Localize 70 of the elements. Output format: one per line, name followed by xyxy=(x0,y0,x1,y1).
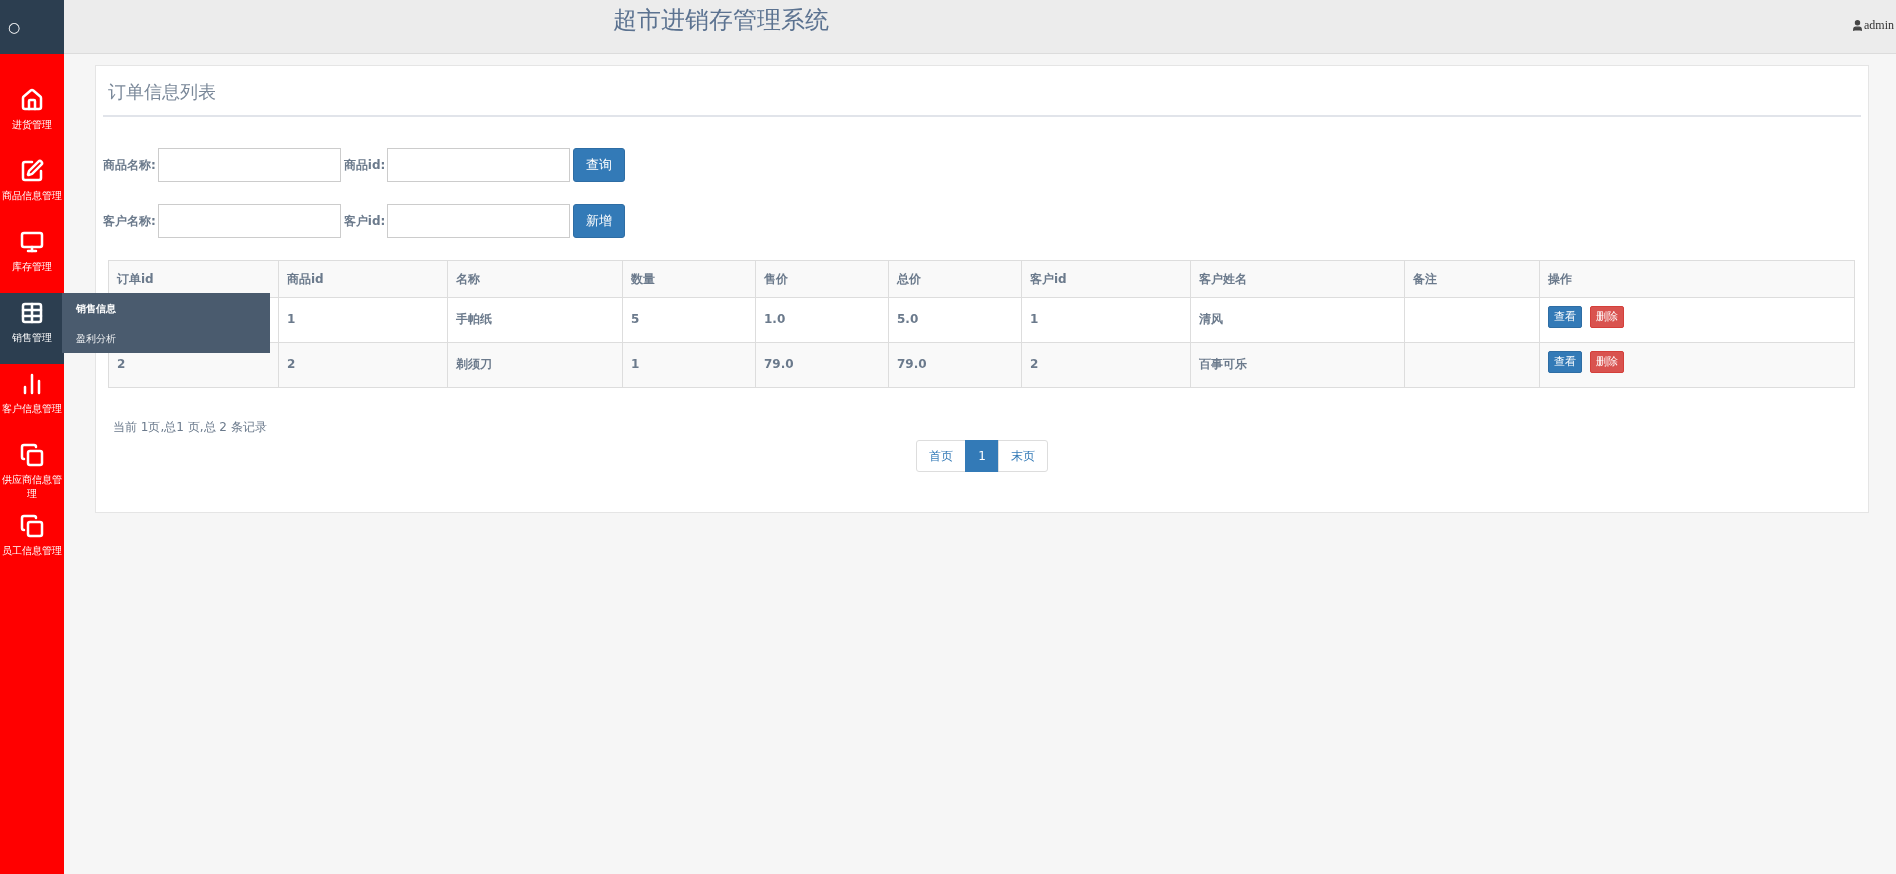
monitor-icon xyxy=(20,230,44,254)
table-cell: 清风 xyxy=(1199,312,1223,326)
page-button[interactable]: 首页 xyxy=(916,440,967,472)
table-cell: 2 xyxy=(1030,357,1039,371)
action-button[interactable]: 新增 xyxy=(573,204,626,238)
field-label: 商品名称: xyxy=(103,157,156,174)
input-field[interactable] xyxy=(157,148,341,182)
table-cell: 1 xyxy=(1030,312,1039,326)
field-label: 客户名称: xyxy=(103,213,156,230)
copy-icon xyxy=(20,514,44,538)
sidebar-item[interactable]: 客户信息管理 xyxy=(0,364,64,435)
column-header: 备注 xyxy=(1404,261,1539,297)
sidebar-label: 销售管理 xyxy=(11,331,53,345)
grid-icon xyxy=(20,301,44,325)
field-label: 商品id: xyxy=(343,157,386,174)
table-cell: 5.0 xyxy=(897,312,919,326)
sidebar-label: 供应商信息管理 xyxy=(1,473,63,501)
column-header: 操作 xyxy=(1539,261,1854,297)
input-field[interactable] xyxy=(157,204,341,238)
app-title: 超市进销存管理系统 xyxy=(613,5,829,36)
table-cell: 79.0 xyxy=(897,357,927,371)
sidebar-item[interactable]: 员工信息管理 xyxy=(0,506,64,577)
table-cell: 手帕纸 xyxy=(456,312,492,326)
sidebar-label: 客户信息管理 xyxy=(1,402,63,416)
edit-icon xyxy=(20,159,44,183)
column-header: 客户id xyxy=(1021,261,1190,297)
input-field[interactable] xyxy=(387,148,571,182)
submenu-item[interactable]: 盈利分析 xyxy=(62,330,270,346)
copy-icon xyxy=(20,443,44,467)
table-cell: 1 xyxy=(631,357,640,371)
column-header: 商品id xyxy=(278,261,447,297)
page-button[interactable]: 末页 xyxy=(997,440,1048,472)
table-cell: 79.0 xyxy=(764,357,794,371)
table-cell: 1.0 xyxy=(764,312,786,326)
sidebar-item[interactable]: 供应商信息管理 xyxy=(0,435,64,506)
delete-button[interactable]: 删除 xyxy=(1590,306,1624,328)
table-cell: 2 xyxy=(287,357,296,371)
sidebar-item[interactable]: 库存管理 xyxy=(0,222,64,293)
sidebar-label: 库存管理 xyxy=(11,260,53,274)
sidebar-label: 进货管理 xyxy=(11,118,53,132)
sidebar-label: 商品信息管理 xyxy=(1,189,63,203)
column-header: 订单id xyxy=(115,271,155,288)
action-button[interactable]: 查询 xyxy=(573,148,626,182)
sidebar-label: 员工信息管理 xyxy=(1,544,63,558)
user-name[interactable]: admin xyxy=(1864,16,1894,34)
field-label: 客户id: xyxy=(343,213,386,230)
home-icon xyxy=(20,88,44,112)
sidebar-item[interactable]: 销售管理 xyxy=(0,293,64,364)
sidebar-item[interactable]: 商品信息管理 xyxy=(0,151,64,222)
input-field[interactable] xyxy=(387,204,571,238)
table-cell: 百事可乐 xyxy=(1199,357,1247,371)
column-header: 名称 xyxy=(447,261,622,297)
sidebar-item[interactable]: 进货管理 xyxy=(0,80,64,151)
submenu-item[interactable]: 销售信息 xyxy=(62,300,270,316)
column-header: 总价 xyxy=(888,261,1021,297)
delete-button[interactable]: 删除 xyxy=(1590,351,1624,373)
page-button[interactable]: 1 xyxy=(965,440,999,472)
column-header: 客户姓名 xyxy=(1190,261,1404,297)
column-header: 数量 xyxy=(622,261,755,297)
user-icon xyxy=(1851,18,1864,32)
view-button[interactable]: 查看 xyxy=(1548,351,1582,373)
table-cell: 2 xyxy=(117,357,126,371)
page-summary: 当前 1页,总1 页,总 2 条记录 xyxy=(113,420,267,434)
logo-text: ○ xyxy=(8,17,21,37)
table-cell: 5 xyxy=(631,312,640,326)
table-cell: 剃须刀 xyxy=(456,357,492,371)
view-button[interactable]: 查看 xyxy=(1548,306,1582,328)
panel-title: 订单信息列表 xyxy=(108,81,216,102)
table-cell: 1 xyxy=(287,312,296,326)
column-header: 售价 xyxy=(755,261,888,297)
